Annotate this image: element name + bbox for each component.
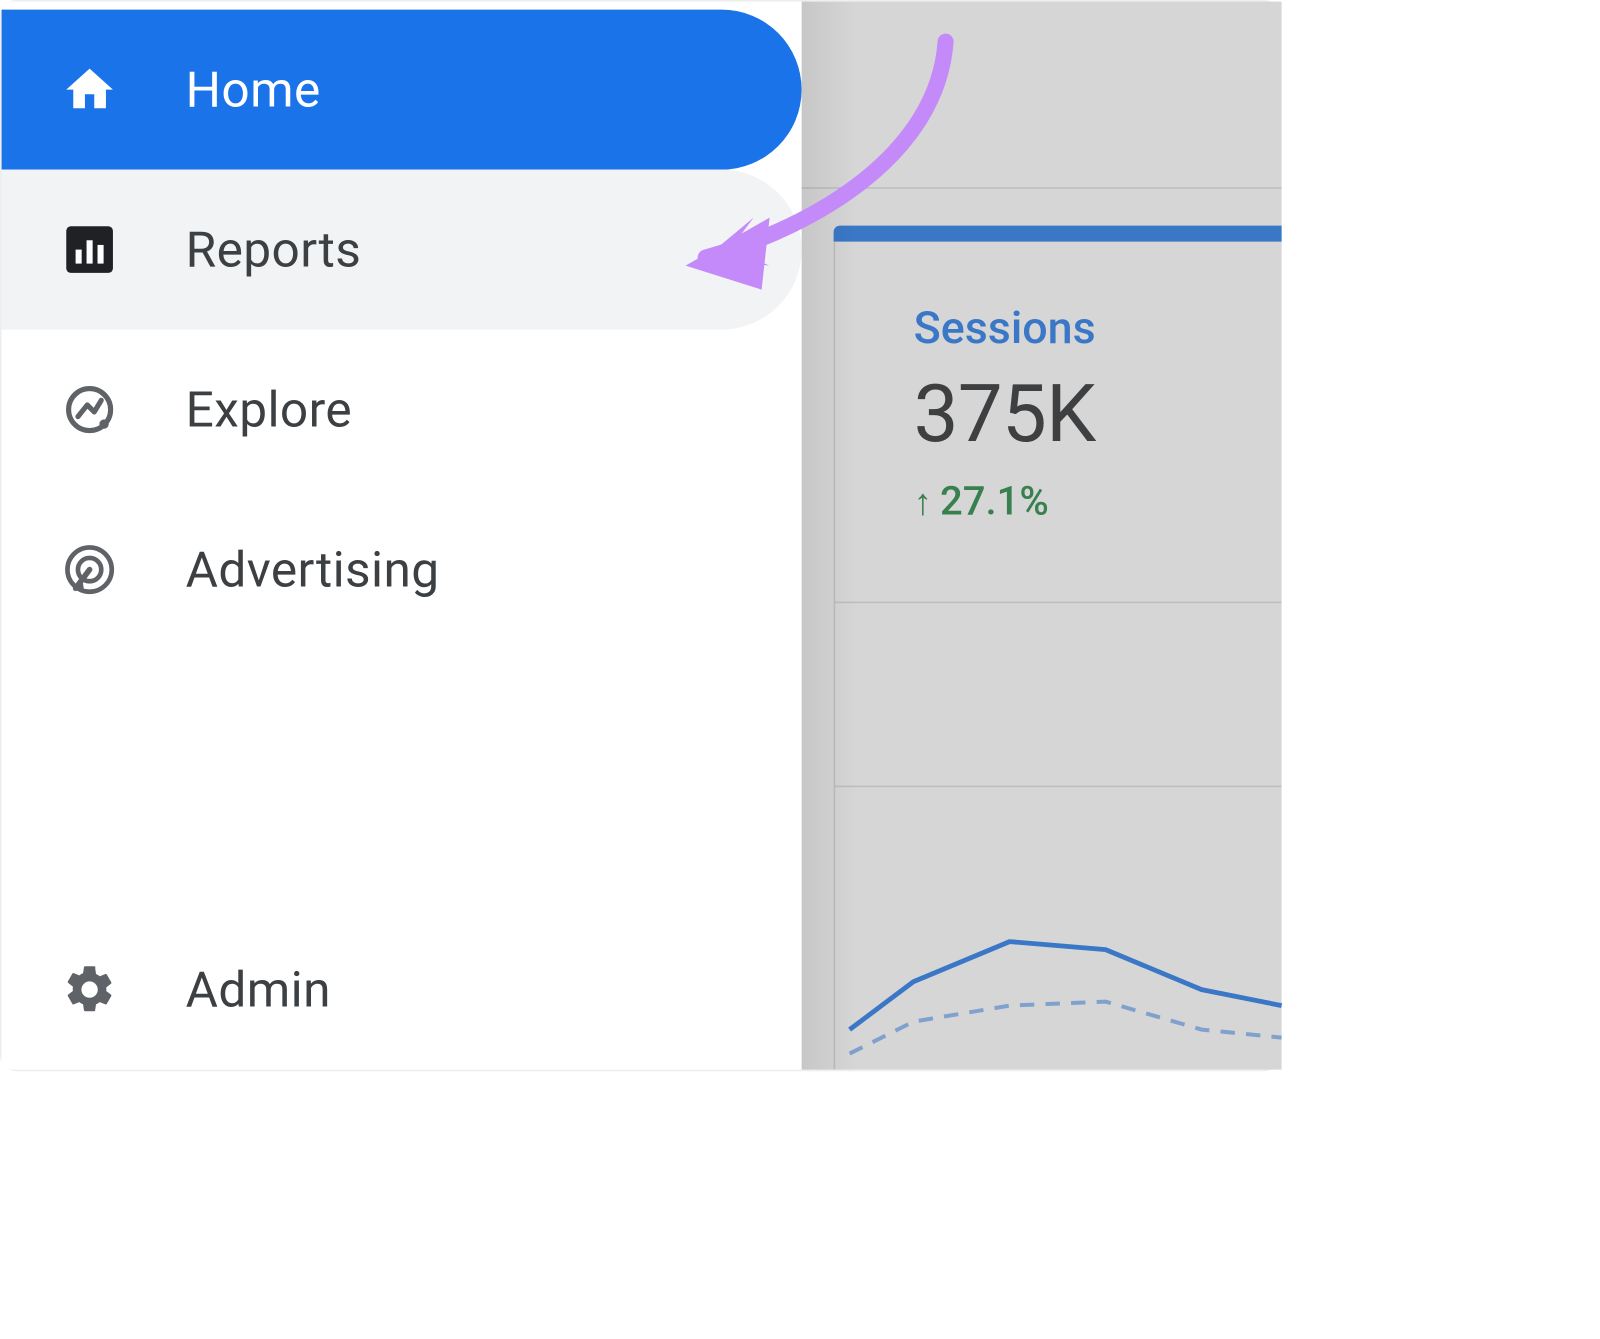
metric-label: Sessions: [914, 302, 1096, 355]
sidebar-item-reports[interactable]: Reports: [2, 170, 802, 330]
sidebar-item-label: Admin: [186, 960, 331, 1018]
metric-delta: ↑ 27.1%: [914, 478, 1096, 524]
arrow-up-icon: ↑: [914, 480, 932, 524]
sidebar-item-admin[interactable]: Admin: [2, 910, 802, 1070]
explore-icon: [62, 382, 118, 438]
home-icon: [62, 62, 118, 118]
sidebar-item-label: Explore: [186, 380, 352, 438]
sidebar-item-label: Reports: [186, 220, 362, 278]
bar-chart-icon: [62, 222, 118, 278]
sidebar-item-home[interactable]: Home: [2, 10, 802, 170]
sidebar: Home Reports Explore: [2, 2, 802, 1070]
metric-delta-value: 27.1%: [940, 478, 1049, 524]
sidebar-item-label: Advertising: [186, 540, 440, 598]
metric-value: 375K: [914, 367, 1096, 461]
sidebar-item-advertising[interactable]: Advertising: [2, 490, 802, 650]
main-content: Sessions 375K ↑ 27.1%: [802, 2, 1282, 1070]
sidebar-item-explore[interactable]: Explore: [2, 330, 802, 490]
gear-icon: [62, 962, 118, 1018]
metric-card-sessions[interactable]: Sessions 375K ↑ 27.1%: [914, 302, 1096, 525]
advertising-icon: [62, 542, 118, 598]
sidebar-item-label: Home: [186, 60, 321, 118]
sessions-chart: [850, 886, 1282, 1070]
